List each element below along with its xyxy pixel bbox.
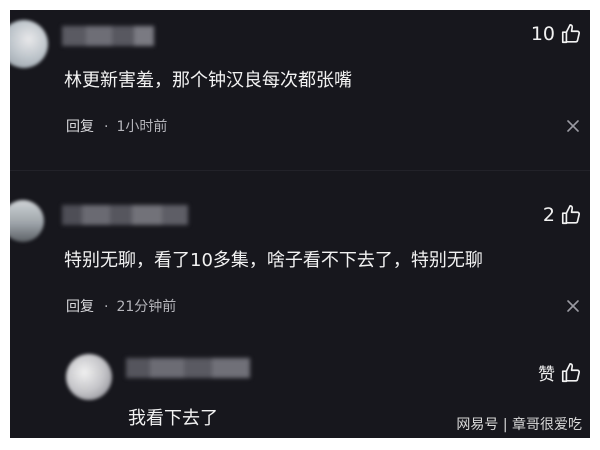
meta-separator: · (104, 119, 109, 135)
avatar[interactable] (66, 354, 112, 400)
avatar[interactable] (10, 20, 48, 68)
username-blurred[interactable] (126, 358, 250, 378)
thumbs-up-icon (561, 24, 581, 44)
reply-link[interactable]: 回复 (66, 119, 94, 135)
comment-time: 21分钟前 (116, 299, 177, 315)
watermark: 网易号 | 章哥很爱吃 (456, 417, 582, 433)
comment-text: 特别无聊，看了10多集，啥子看不下去了，特别无聊 (64, 250, 483, 271)
comment-meta: 回复 · 1小时前 (66, 116, 167, 136)
username-blurred[interactable] (62, 205, 188, 225)
like-label: 赞 (538, 365, 555, 385)
divider (10, 170, 590, 171)
like-button[interactable]: 10 (531, 23, 582, 45)
username-blurred[interactable] (62, 26, 154, 46)
meta-separator: · (104, 299, 109, 315)
close-icon[interactable] (566, 299, 580, 313)
like-count: 10 (530, 23, 555, 45)
avatar[interactable] (10, 200, 44, 242)
like-button[interactable]: 赞 (538, 360, 582, 385)
close-icon[interactable] (566, 119, 580, 133)
like-button[interactable]: 2 (543, 204, 582, 226)
comment-text: 林更新害羞，那个钟汉良每次都张嘴 (64, 70, 352, 91)
thumbs-up-icon (561, 362, 581, 382)
reply-text: 我看下去了 (128, 408, 218, 429)
comment-meta: 回复 · 21分钟前 (66, 296, 176, 316)
thumbs-up-icon (561, 205, 581, 225)
comment-panel: 10 林更新害羞，那个钟汉良每次都张嘴 回复 · 1小时前 2 特别无聊，看了1… (10, 10, 590, 438)
comment-item: 10 林更新害羞，那个钟汉良每次都张嘴 回复 · 1小时前 (10, 10, 590, 160)
comment-item: 2 特别无聊，看了10多集，啥子看不下去了，特别无聊 回复 · 21分钟前 (10, 190, 590, 340)
comment-time: 1小时前 (116, 119, 168, 135)
reply-link[interactable]: 回复 (66, 299, 94, 315)
like-count: 2 (542, 204, 555, 226)
